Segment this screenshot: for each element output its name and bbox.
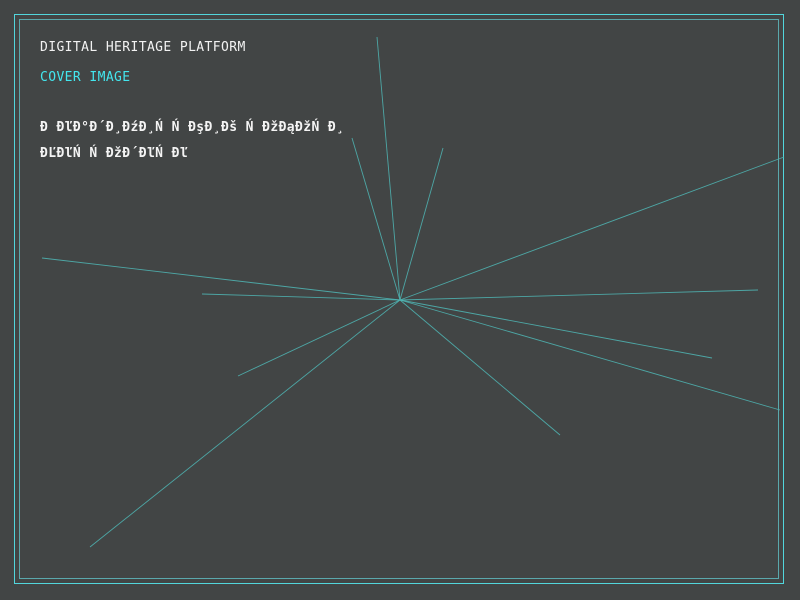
ray-line xyxy=(399,299,561,436)
ray-line xyxy=(399,147,444,301)
ray-burst-graphic xyxy=(41,36,785,548)
cover-canvas: DIGITAL HERITAGE PLATFORM COVER IMAGE Đ … xyxy=(0,0,800,600)
platform-title: DIGITAL HERITAGE PLATFORM xyxy=(40,40,246,55)
ray-line xyxy=(89,299,401,548)
ray-line xyxy=(399,299,781,411)
description-line-2: ĐĽĐľŃ Ń ĐžĐ´ĐľŃ Đľ xyxy=(40,146,189,161)
ray-line xyxy=(201,293,401,301)
ray-line xyxy=(399,156,785,301)
ray-line xyxy=(399,299,713,359)
ray-line xyxy=(399,289,759,301)
ray-line xyxy=(41,257,401,301)
cover-image-label: COVER IMAGE xyxy=(40,70,131,85)
description-line-1: Đ ĐľĐ°Đ´Đ¸ĐźĐ¸Ń Ń ĐşĐ¸Đš Ń ĐžĐąĐžŃ Đ¸ xyxy=(40,120,345,135)
